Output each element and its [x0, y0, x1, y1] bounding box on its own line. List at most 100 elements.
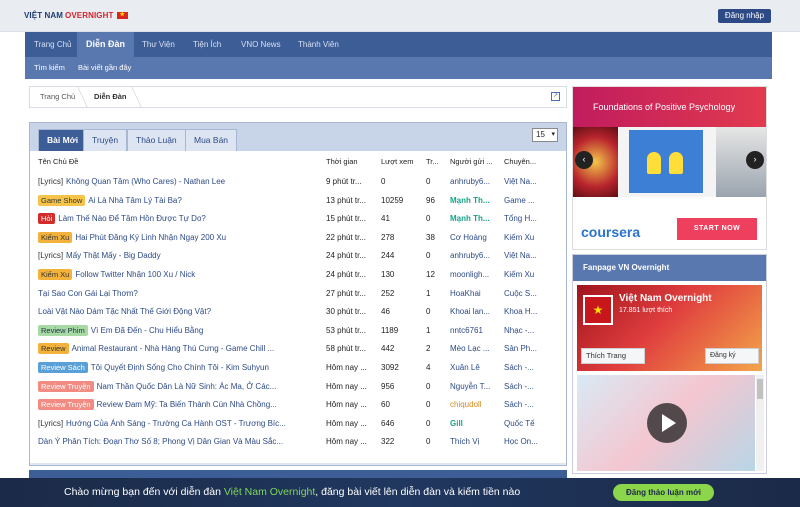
tab-new-posts[interactable]: Bài Mới	[38, 129, 88, 151]
thread-forum[interactable]: Học On...	[504, 435, 548, 448]
table-row[interactable]: Dàn Ý Phân Tích: Đoạn Thơ Số 8; Phong Vị…	[30, 433, 566, 451]
ad-start-button[interactable]: START NOW	[677, 218, 757, 240]
nav-item-library[interactable]: Thư Viện	[133, 32, 184, 57]
table-row[interactable]: Review Phim Vì Em Đã Đến - Chu Hiểu Bằng 5…	[30, 322, 566, 340]
tab-stories[interactable]: Truyện	[83, 129, 128, 151]
new-discussion-button[interactable]: Đăng thảo luận mới	[613, 484, 714, 501]
nav-item-members[interactable]: Thành Viên	[289, 32, 348, 57]
thread-title[interactable]: Tại Sao Con Gái Lại Thơm?	[38, 289, 138, 298]
table-row[interactable]: Tại Sao Con Gái Lại Thơm? 27 phút tr... 25…	[30, 285, 566, 303]
thread-forum[interactable]: Việt Na...	[504, 249, 548, 262]
thread-poster[interactable]: Mạnh Th...	[450, 212, 500, 225]
thread-prefix-badge[interactable]: Kiếm Xu	[38, 231, 73, 243]
subscribe-button[interactable]: Đăng ký	[705, 348, 759, 364]
table-row[interactable]: Review Animal Restaurant - Nhà Hàng Thú C…	[30, 340, 566, 358]
thread-title[interactable]: Hướng Của Ánh Sáng - Trường Ca Hành OST …	[66, 419, 286, 428]
breadcrumb-home[interactable]: Trang Chủ	[40, 87, 75, 107]
thread-title[interactable]: Hai Phút Đăng Ký Linh Nhận Ngay 200 Xu	[75, 233, 226, 242]
fanpage-cover[interactable]: ★ Việt Nam Overnight 17.851 lượt thích T…	[577, 285, 762, 371]
thread-poster[interactable]: Gill	[450, 417, 500, 430]
thread-prefix-badge[interactable]: Kiếm Xu	[38, 269, 73, 280]
thread-poster[interactable]: Mạnh Th...	[450, 194, 500, 207]
thread-forum[interactable]: Game ...	[504, 194, 548, 207]
thread-title[interactable]: Không Quan Tâm (Who Cares) - Nathan Lee	[66, 177, 225, 186]
col-header-title[interactable]: Tên Chủ Đề	[38, 157, 78, 166]
thread-forum[interactable]: Sách -...	[504, 361, 548, 374]
thread-forum[interactable]: Khoa H...	[504, 305, 548, 318]
thread-prefix-badge[interactable]: Game Show	[38, 194, 86, 206]
thread-prefix-badge[interactable]: [Lyrics]	[38, 250, 63, 261]
thread-title[interactable]: Tôi Quyết Định Sống Cho Chính Tôi - Kim …	[91, 363, 269, 372]
thread-forum[interactable]: Kiếm Xu	[504, 231, 548, 244]
thread-forum[interactable]: Cuộc S...	[504, 287, 548, 300]
table-row[interactable]: Hỏi Làm Thế Nào Để Tâm Hồn Được Tự Do? 15 …	[30, 210, 566, 228]
nav-item-forum[interactable]: Diễn Đàn	[77, 32, 135, 57]
table-row[interactable]: Game Show Ai Là Nhà Tâm Lý Tài Ba? 13 phút…	[30, 192, 566, 210]
nav-item-utilities[interactable]: Tiện Ích	[184, 32, 230, 57]
table-row[interactable]: [Lyrics] Mấy Thật Mấy - Big Daddy 24 phút …	[30, 247, 566, 265]
thread-prefix-badge[interactable]: Review	[38, 343, 69, 355]
thread-title[interactable]: Làm Thế Nào Để Tâm Hồn Được Tự Do?	[58, 214, 206, 223]
like-page-button[interactable]: Thích Trang	[581, 348, 645, 364]
col-header-views[interactable]: Lượt xem	[381, 157, 413, 166]
table-row[interactable]: Review Truyện Nam Thần Quốc Dân Là Nữ Sin…	[30, 378, 566, 396]
thread-prefix-badge[interactable]: [Lyrics]	[38, 176, 63, 187]
thread-prefix-badge[interactable]: [Lyrics]	[38, 418, 63, 429]
table-row[interactable]: [Lyrics] Hướng Của Ánh Sáng - Trường Ca H…	[30, 415, 566, 433]
table-row[interactable]: Loài Vật Nào Dám Tặc Nhất Thế Giới Động …	[30, 303, 566, 321]
thread-poster[interactable]: Cơ Hoàng	[450, 231, 500, 244]
thread-title[interactable]: Follow Twitter Nhận 100 Xu / Nick	[75, 270, 195, 279]
thread-forum[interactable]: Nhạc -...	[504, 324, 548, 337]
thread-prefix-badge[interactable]: Hỏi	[38, 213, 56, 225]
thread-forum[interactable]: Sản Ph...	[504, 342, 548, 355]
thread-forum[interactable]: Việt Na...	[504, 175, 548, 188]
thread-poster[interactable]: Xuân Lê	[450, 361, 500, 374]
thread-title[interactable]: Nam Thần Quốc Dân Là Nữ Sinh: Ác Ma, Ở C…	[97, 382, 277, 391]
table-row[interactable]: Kiếm Xu Follow Twitter Nhận 100 Xu / Nick…	[30, 266, 566, 284]
thread-poster[interactable]: anhruby6...	[450, 175, 500, 188]
subnav-recent-posts[interactable]: Bài viết gần đây	[78, 57, 131, 79]
login-button[interactable]: Đăng nhập	[718, 9, 771, 23]
thread-prefix-badge[interactable]: Review Sách	[38, 362, 88, 373]
thread-title[interactable]: Animal Restaurant - Nhà Hàng Thú Cưng - …	[72, 344, 275, 353]
thread-forum[interactable]: Tổng H...	[504, 212, 548, 225]
thread-prefix-badge[interactable]: Review Phim	[38, 324, 88, 336]
nav-item-home[interactable]: Trang Chủ	[25, 32, 81, 57]
table-row[interactable]: Review Sách Tôi Quyết Định Sống Cho Chính…	[30, 359, 566, 377]
table-row[interactable]: Kiếm Xu Hai Phút Đăng Ký Linh Nhận Ngay 2…	[30, 229, 566, 247]
thread-title[interactable]: Vì Em Đã Đến - Chu Hiểu Bằng	[91, 326, 204, 335]
thread-forum[interactable]: Sách -...	[504, 380, 548, 393]
scrollbar-thumb[interactable]	[757, 379, 763, 399]
thread-prefix-badge[interactable]: Review Truyện	[38, 380, 94, 392]
thread-poster[interactable]: HoaKhai	[450, 287, 500, 300]
chevron-right-icon[interactable]: ›	[746, 151, 764, 169]
thread-title[interactable]: Review Đam Mỹ: Ta Biến Thành Cún Nhà Chồ…	[97, 400, 277, 409]
play-icon[interactable]	[647, 403, 687, 443]
thread-poster[interactable]: Thích Vị	[450, 435, 500, 448]
thread-forum[interactable]: Kiếm Xu	[504, 268, 548, 281]
thread-poster[interactable]: anhruby6...	[450, 249, 500, 262]
tab-discussion[interactable]: Thảo Luận	[127, 129, 186, 151]
col-header-poster[interactable]: Người gửi ...	[450, 157, 492, 166]
fanpage-video[interactable]	[577, 375, 755, 471]
thread-title[interactable]: Mấy Thật Mấy - Big Daddy	[66, 251, 161, 260]
thread-poster[interactable]: Nguyễn T...	[450, 380, 500, 393]
tab-marketplace[interactable]: Mua Bán	[185, 129, 238, 151]
site-logo[interactable]: VIỆT NAM OVERNIGHT	[24, 11, 128, 20]
thread-title[interactable]: Dàn Ý Phân Tích: Đoạn Thơ Số 8; Phong Vị…	[38, 437, 283, 446]
table-row[interactable]: [Lyrics] Không Quan Tâm (Who Cares) - Nat…	[30, 173, 566, 191]
ad-banner[interactable]: Foundations of Positive Psychology ‹ › c…	[572, 86, 767, 250]
thread-poster[interactable]: Mèo Lạc ...	[450, 342, 500, 355]
scrollbar[interactable]	[756, 375, 764, 471]
col-header-time[interactable]: Thời gian	[326, 157, 358, 166]
thread-poster[interactable]: chiqudoll	[450, 398, 500, 411]
thread-poster[interactable]: Khoai lan...	[450, 305, 500, 318]
thread-forum[interactable]: Quốc Tế	[504, 417, 548, 430]
table-row[interactable]: Review Truyện Review Đam Mỹ: Ta Biến Thàn…	[30, 396, 566, 414]
fanpage-name[interactable]: Việt Nam Overnight	[619, 293, 712, 304]
nav-item-news[interactable]: VNO News	[232, 32, 290, 57]
col-header-forum[interactable]: Chuyên...	[504, 157, 536, 166]
thread-prefix-badge[interactable]: Review Truyện	[38, 399, 94, 411]
thread-forum[interactable]: Sách -...	[504, 398, 548, 411]
external-link-icon[interactable]: ↗	[551, 92, 560, 101]
